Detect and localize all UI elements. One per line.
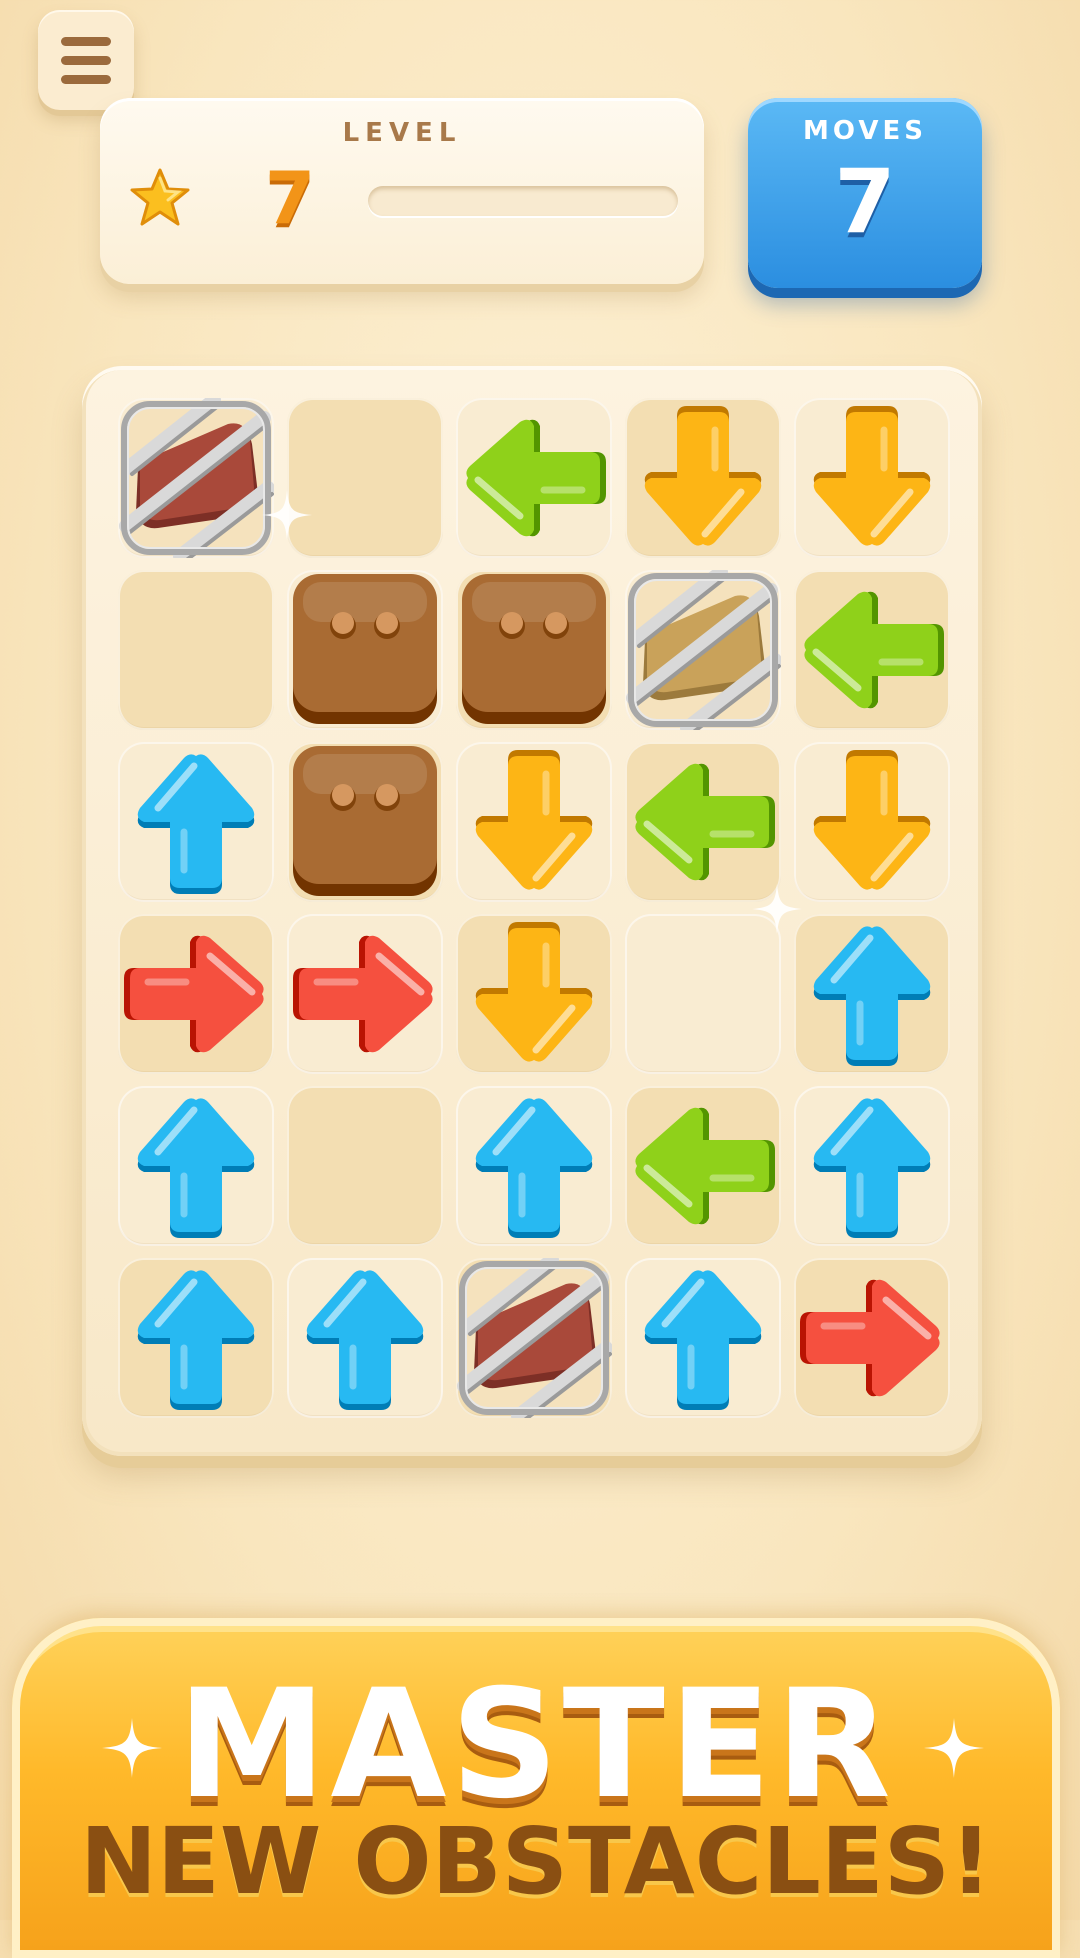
board-cell[interactable]	[794, 1258, 950, 1418]
arrow-down-icon[interactable]	[456, 742, 612, 902]
hamburger-bar	[61, 74, 111, 84]
game-board	[82, 366, 982, 1456]
caged-tile-icon[interactable]	[625, 570, 781, 730]
board-cell[interactable]	[794, 914, 950, 1074]
arrow-up-icon[interactable]	[794, 1086, 950, 1246]
board-cell[interactable]	[118, 914, 274, 1074]
level-progress-bar	[368, 186, 678, 216]
arrow-left-icon[interactable]	[794, 570, 950, 730]
arrow-up-icon[interactable]	[456, 1086, 612, 1246]
arrow-up-icon[interactable]	[118, 1258, 274, 1418]
board-cell[interactable]	[118, 1086, 274, 1246]
arrow-right-icon[interactable]	[287, 914, 443, 1074]
arrow-up-icon[interactable]	[118, 742, 274, 902]
moves-counter: MOVES 7	[748, 98, 982, 288]
board-cell	[287, 1086, 443, 1246]
board-cell[interactable]	[118, 742, 274, 902]
arrow-up-icon[interactable]	[287, 1258, 443, 1418]
board-cell[interactable]	[625, 398, 781, 558]
sparkle-icon	[924, 1718, 984, 1778]
board-cell[interactable]	[625, 742, 781, 902]
board-cell[interactable]	[456, 1258, 612, 1418]
level-number: 7	[264, 156, 316, 240]
board-cell[interactable]	[794, 742, 950, 902]
block-obstacle-icon[interactable]	[287, 742, 443, 902]
level-panel: LEVEL 7	[100, 98, 704, 284]
board-cell[interactable]	[118, 1258, 274, 1418]
caged-tile-icon[interactable]	[456, 1258, 612, 1418]
board-cell[interactable]	[794, 570, 950, 730]
board-cell	[118, 570, 274, 730]
board-cell	[287, 398, 443, 558]
board-cell	[625, 914, 781, 1074]
arrow-up-icon[interactable]	[625, 1258, 781, 1418]
board-cell[interactable]	[287, 742, 443, 902]
arrow-down-icon[interactable]	[456, 914, 612, 1074]
block-obstacle-icon[interactable]	[287, 570, 443, 730]
arrow-left-icon[interactable]	[625, 1086, 781, 1246]
level-title: LEVEL	[342, 118, 462, 148]
arrow-left-icon[interactable]	[625, 742, 781, 902]
board-cell[interactable]	[456, 570, 612, 730]
block-obstacle-icon[interactable]	[456, 570, 612, 730]
board-cell[interactable]	[118, 398, 274, 558]
arrow-down-icon[interactable]	[625, 398, 781, 558]
board-cell[interactable]	[456, 398, 612, 558]
hamburger-menu-icon	[61, 36, 111, 46]
board-cell[interactable]	[625, 1258, 781, 1418]
board-cell[interactable]	[456, 742, 612, 902]
caged-tile-icon[interactable]	[118, 398, 274, 558]
promo-banner: MASTER NEW OBSTACLES!	[12, 1618, 1060, 1958]
moves-title: MOVES	[803, 116, 927, 146]
star-icon	[130, 168, 190, 226]
board-cell[interactable]	[456, 914, 612, 1074]
hamburger-bar	[61, 55, 111, 65]
menu-button[interactable]	[38, 10, 134, 110]
board-cell[interactable]	[287, 570, 443, 730]
banner-subheadline: NEW OBSTACLES!	[80, 1808, 992, 1915]
board-cell[interactable]	[456, 1086, 612, 1246]
banner-headline: MASTER	[177, 1658, 895, 1832]
board-cell[interactable]	[794, 1086, 950, 1246]
arrow-up-icon[interactable]	[794, 914, 950, 1074]
arrow-up-icon[interactable]	[118, 1086, 274, 1246]
board-cell[interactable]	[794, 398, 950, 558]
arrow-down-icon[interactable]	[794, 742, 950, 902]
sparkle-icon	[102, 1718, 162, 1778]
board-cell[interactable]	[625, 570, 781, 730]
board-cell[interactable]	[287, 1258, 443, 1418]
board-cell[interactable]	[287, 914, 443, 1074]
moves-count: 7	[834, 150, 896, 253]
arrow-right-icon[interactable]	[118, 914, 274, 1074]
arrow-down-icon[interactable]	[794, 398, 950, 558]
board-cell[interactable]	[625, 1086, 781, 1246]
arrow-right-icon[interactable]	[794, 1258, 950, 1418]
arrow-left-icon[interactable]	[456, 398, 612, 558]
